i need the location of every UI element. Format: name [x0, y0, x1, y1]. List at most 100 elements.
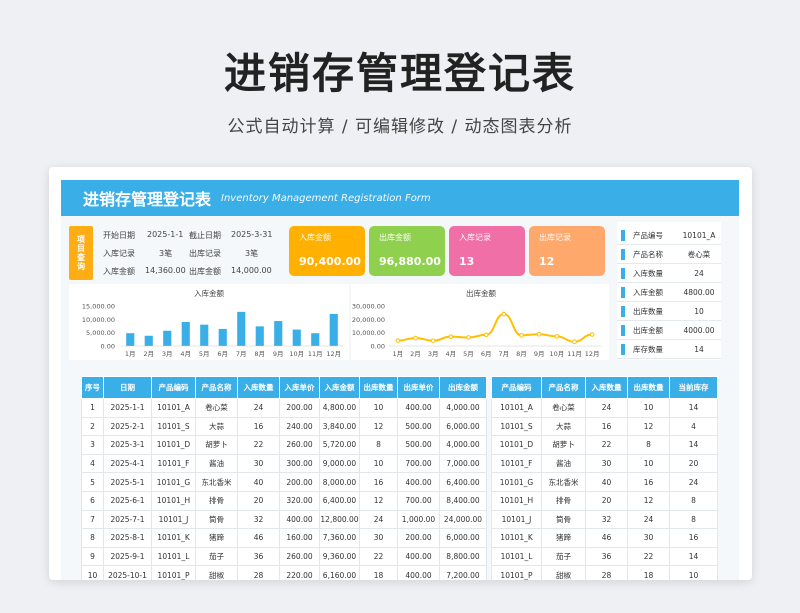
table-cell[interactable]: 10101_L	[151, 546, 196, 567]
table-cell[interactable]: 8,400.00	[439, 490, 487, 511]
table-cell[interactable]: 9,360.00	[319, 546, 360, 567]
table-cell[interactable]: 2025-9-1	[103, 546, 152, 567]
table-cell[interactable]: 32	[585, 509, 628, 530]
table-cell[interactable]: 160.00	[279, 528, 320, 548]
table-cell[interactable]: 30	[627, 528, 670, 548]
table-cell[interactable]: 6,000.00	[439, 528, 487, 548]
table-cell[interactable]: 10101_P	[491, 565, 542, 580]
table-cell[interactable]: 10101_D	[151, 435, 196, 455]
table-cell[interactable]: 12	[627, 416, 670, 437]
table-cell[interactable]: 400.00	[397, 472, 440, 492]
table-cell[interactable]: 10101_F	[151, 453, 196, 474]
table-cell[interactable]: 1	[81, 398, 104, 418]
table-cell[interactable]: 6	[81, 490, 104, 511]
table-cell[interactable]: 10101_H	[491, 490, 542, 511]
table-cell[interactable]: 10101_F	[491, 453, 542, 474]
table-cell[interactable]: 14	[669, 546, 718, 567]
table-cell[interactable]: 16	[359, 472, 398, 492]
table-cell[interactable]: 28	[585, 565, 628, 580]
table-cell[interactable]: 10101_K	[151, 528, 196, 548]
table-cell[interactable]: 18	[627, 565, 670, 580]
table-cell[interactable]: 6,000.00	[439, 416, 487, 437]
table-cell[interactable]: 20	[237, 490, 280, 511]
table-cell[interactable]: 8	[81, 528, 104, 548]
table-cell[interactable]: 8,800.00	[439, 546, 487, 567]
table-cell[interactable]: 400.00	[397, 398, 440, 418]
table-cell[interactable]: 10	[627, 453, 670, 474]
table-cell[interactable]: 32	[237, 509, 280, 530]
table-cell[interactable]: 14	[669, 398, 718, 418]
table-cell[interactable]: 4,000.00	[439, 398, 487, 418]
table-cell[interactable]: 200.00	[279, 472, 320, 492]
table-cell[interactable]: 筒骨	[541, 509, 586, 530]
table-cell[interactable]: 7,000.00	[439, 453, 487, 474]
table-cell[interactable]: 2025-3-1	[103, 435, 152, 455]
table-cell[interactable]: 8	[669, 490, 718, 511]
table-cell[interactable]: 4	[81, 453, 104, 474]
table-cell[interactable]: 260.00	[279, 546, 320, 567]
table-cell[interactable]: 40	[585, 472, 628, 492]
table-cell[interactable]: 16	[669, 528, 718, 548]
table-cell[interactable]: 30	[359, 528, 398, 548]
table-cell[interactable]: 4	[669, 416, 718, 437]
detail-value[interactable]: 10101_A	[677, 231, 721, 240]
table-cell[interactable]: 酱油	[541, 453, 586, 474]
table-cell[interactable]: 36	[237, 546, 280, 567]
end-date-value[interactable]: 2025-3-31	[231, 230, 272, 239]
table-cell[interactable]: 24,000.00	[439, 509, 487, 530]
table-cell[interactable]: 4,000.00	[439, 435, 487, 455]
table-cell[interactable]: 2025-1-1	[103, 398, 152, 418]
table-cell[interactable]: 30	[237, 453, 280, 474]
table-cell[interactable]: 10	[81, 565, 104, 580]
table-cell[interactable]: 5	[81, 472, 104, 492]
table-cell[interactable]: 500.00	[397, 435, 440, 455]
table-cell[interactable]: 10101_S	[491, 416, 542, 437]
table-cell[interactable]: 10101_P	[151, 565, 196, 580]
table-cell[interactable]: 700.00	[397, 453, 440, 474]
table-cell[interactable]: 8	[627, 435, 670, 455]
table-cell[interactable]: 14	[669, 435, 718, 455]
table-cell[interactable]: 猪蹄	[195, 528, 238, 548]
table-cell[interactable]: 8,000.00	[319, 472, 360, 492]
table-cell[interactable]: 240.00	[279, 416, 320, 437]
table-cell[interactable]: 东北香米	[541, 472, 586, 492]
table-cell[interactable]: 9	[81, 546, 104, 567]
table-cell[interactable]: 3,840.00	[319, 416, 360, 437]
table-cell[interactable]: 260.00	[279, 435, 320, 455]
table-cell[interactable]: 24	[359, 509, 398, 530]
table-cell[interactable]: 400.00	[397, 565, 440, 580]
table-cell[interactable]: 12	[359, 490, 398, 511]
table-cell[interactable]: 筒骨	[195, 509, 238, 530]
table-cell[interactable]: 卷心菜	[541, 398, 586, 418]
table-cell[interactable]: 16	[627, 472, 670, 492]
table-cell[interactable]: 28	[237, 565, 280, 580]
table-cell[interactable]: 6,400.00	[319, 490, 360, 511]
table-cell[interactable]: 2	[81, 416, 104, 437]
table-cell[interactable]: 24	[585, 398, 628, 418]
start-date-value[interactable]: 2025-1-1	[147, 230, 183, 239]
table-cell[interactable]: 7,360.00	[319, 528, 360, 548]
table-cell[interactable]: 36	[585, 546, 628, 567]
table-cell[interactable]: 4,800.00	[319, 398, 360, 418]
table-cell[interactable]: 200.00	[279, 398, 320, 418]
table-cell[interactable]: 220.00	[279, 565, 320, 580]
table-cell[interactable]: 酱油	[195, 453, 238, 474]
table-cell[interactable]: 茄子	[541, 546, 586, 567]
table-cell[interactable]: 22	[585, 435, 628, 455]
table-cell[interactable]: 10101_G	[491, 472, 542, 492]
table-cell[interactable]: 2025-8-1	[103, 528, 152, 548]
table-cell[interactable]: 10101_D	[491, 435, 542, 455]
table-cell[interactable]: 46	[237, 528, 280, 548]
table-cell[interactable]: 8	[359, 435, 398, 455]
table-cell[interactable]: 10	[359, 398, 398, 418]
table-cell[interactable]: 16	[237, 416, 280, 437]
table-cell[interactable]: 2025-10-1	[103, 565, 152, 580]
table-cell[interactable]: 500.00	[397, 416, 440, 437]
table-cell[interactable]: 400.00	[279, 509, 320, 530]
table-cell[interactable]: 10	[627, 398, 670, 418]
table-cell[interactable]: 大蒜	[195, 416, 238, 437]
table-cell[interactable]: 2025-2-1	[103, 416, 152, 437]
table-cell[interactable]: 10101_J	[491, 509, 542, 530]
table-cell[interactable]: 10101_K	[491, 528, 542, 548]
table-cell[interactable]: 10	[669, 565, 718, 580]
